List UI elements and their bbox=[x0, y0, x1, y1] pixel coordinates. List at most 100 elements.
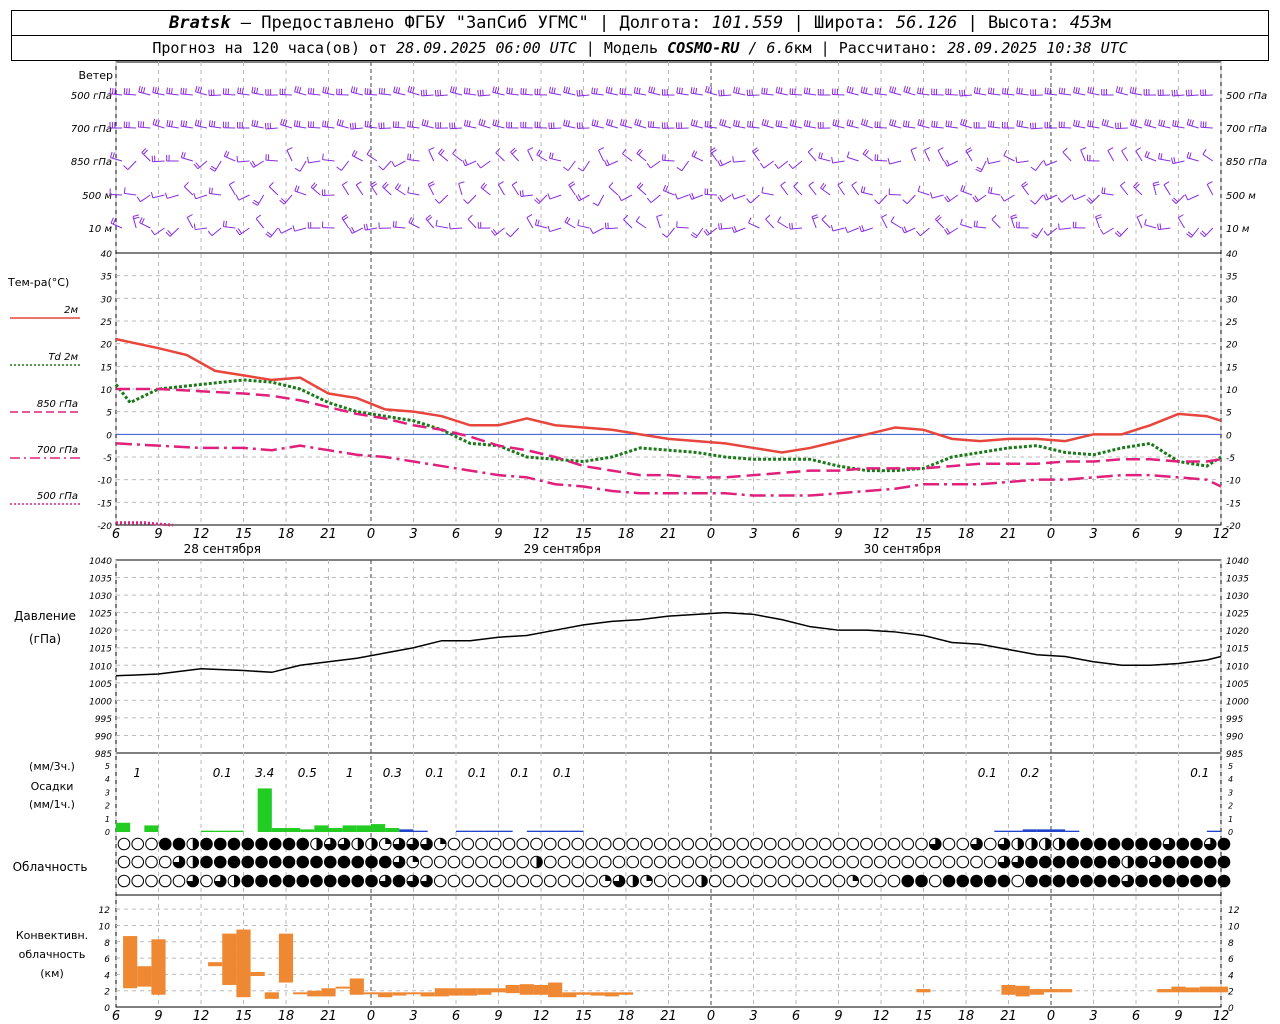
temp-tick-left: 25 bbox=[101, 318, 113, 328]
wind-barb-feather bbox=[324, 87, 327, 94]
wind-barb-feather bbox=[775, 120, 778, 127]
wind-barb-feather bbox=[806, 87, 808, 94]
wind-barb-staff bbox=[1119, 227, 1129, 238]
cloud-cover-fill bbox=[192, 856, 199, 868]
wind-barb-staff bbox=[1158, 158, 1171, 162]
wind-barb-staff bbox=[364, 93, 378, 96]
wind-barb-staff bbox=[464, 93, 477, 96]
wind-barb-feather bbox=[652, 87, 656, 94]
wind-barb-feather bbox=[226, 151, 230, 158]
hour-label-bottom: 18 bbox=[618, 1009, 635, 1024]
wind-barb-staff bbox=[937, 150, 945, 162]
wind-barb-feather bbox=[903, 226, 908, 233]
temp-legend-label: 2м bbox=[64, 305, 78, 316]
cloud-cover-circle bbox=[832, 855, 846, 869]
wind-barb-feather bbox=[1191, 120, 1194, 127]
wind-barb-staff bbox=[255, 218, 265, 229]
temp-tick-right: 20 bbox=[1226, 341, 1238, 351]
wind-barb-feather bbox=[152, 118, 156, 125]
wind-barb-staff bbox=[1016, 125, 1029, 129]
wind-barb-staff bbox=[124, 93, 137, 96]
wind-barb-feather bbox=[575, 195, 580, 202]
wind-barb-staff bbox=[775, 125, 788, 129]
wind-barb-feather bbox=[719, 159, 723, 166]
prec-3h-value: 0.1 bbox=[978, 766, 997, 780]
prec-tick-left: 0 bbox=[105, 828, 110, 837]
wind-barb-feather bbox=[239, 87, 242, 94]
wind-barb-feather bbox=[765, 214, 771, 220]
cloud-cover-fill bbox=[283, 875, 295, 887]
wind-barb-feather bbox=[110, 217, 114, 224]
wind-barb-staff bbox=[792, 160, 803, 170]
wind-level-label-right: 500 гПа bbox=[1226, 91, 1267, 102]
precip-bar bbox=[555, 830, 570, 832]
wind-barb-feather bbox=[846, 151, 850, 158]
cloud-cover-fill bbox=[1135, 838, 1148, 850]
hour-label-mid: 12 bbox=[873, 527, 890, 542]
cloud-cover-fill bbox=[351, 856, 364, 868]
hour-label-bottom: 21 bbox=[1000, 1009, 1017, 1024]
wind-barb-staff bbox=[351, 91, 363, 96]
wind-barb-feather bbox=[522, 190, 524, 197]
conv-cloud-bar bbox=[477, 988, 492, 995]
conv-cloud-bar bbox=[378, 992, 393, 998]
wind-barb-staff bbox=[1136, 216, 1143, 229]
wind-barb-staff bbox=[152, 194, 165, 199]
cloud-cover-fill bbox=[1025, 875, 1038, 887]
wind-barb-feather bbox=[656, 214, 663, 218]
conv-cloud-bar bbox=[264, 992, 279, 999]
prec-3h-value: 1 bbox=[346, 766, 354, 780]
prec-tick-left: 4 bbox=[105, 775, 110, 784]
pres-tick-right: 1035 bbox=[1226, 575, 1249, 585]
wind-barb-feather bbox=[986, 157, 990, 164]
wind-barb-feather bbox=[322, 153, 324, 160]
wind-barb-staff bbox=[449, 227, 463, 230]
wind-barb-feather bbox=[917, 119, 920, 126]
cloud-cover-circle bbox=[571, 874, 585, 888]
wind-barb-staff bbox=[778, 160, 789, 169]
wind-barb-staff bbox=[567, 160, 576, 171]
wind-barb-feather bbox=[646, 197, 652, 203]
wind-barb-feather bbox=[109, 87, 112, 94]
wind-barb-staff bbox=[265, 159, 278, 162]
wind-barb-staff bbox=[1003, 194, 1015, 202]
wind-barb-staff bbox=[467, 218, 477, 229]
wind-barb-feather bbox=[593, 87, 596, 94]
cloud-cover-circle bbox=[626, 837, 640, 851]
wind-barb-staff bbox=[1073, 92, 1086, 96]
wind-barb-feather bbox=[207, 230, 213, 236]
temp-tick-left: -20 bbox=[97, 522, 112, 532]
cloud-cover-circle bbox=[530, 837, 543, 851]
wind-barb-feather bbox=[1073, 86, 1076, 93]
wind-barb-feather bbox=[661, 233, 668, 238]
wind-barb-feather bbox=[891, 86, 894, 93]
wind-barb-staff bbox=[623, 219, 633, 229]
precip-bar bbox=[1008, 830, 1023, 832]
pres-tick-left: 1020 bbox=[89, 627, 112, 637]
wind-barb-staff bbox=[650, 160, 661, 169]
wind-barb-staff bbox=[650, 194, 661, 204]
cloud-cover-circle bbox=[928, 855, 942, 869]
conv-tick-right: 2 bbox=[1228, 988, 1234, 998]
wind-barb-feather bbox=[564, 216, 569, 223]
prec-3h-value: 0.2 bbox=[1020, 766, 1039, 780]
wind-barb-feather bbox=[351, 226, 355, 233]
wind-barb-staff bbox=[197, 160, 208, 170]
hour-label-mid: 6 bbox=[112, 527, 120, 542]
wind-barb-feather bbox=[973, 86, 976, 94]
wind-barb-staff bbox=[846, 91, 859, 96]
wind-barb-staff bbox=[622, 153, 633, 162]
prec-3h-value: 0.1 bbox=[510, 766, 529, 780]
wind-barb-staff bbox=[379, 93, 392, 96]
wind-barb-staff bbox=[1121, 150, 1129, 162]
wind-barb-feather bbox=[1087, 120, 1090, 127]
wind-barb-staff bbox=[1061, 194, 1072, 203]
wind-barb-feather bbox=[907, 87, 911, 94]
wind-barb-feather bbox=[662, 184, 667, 191]
wind-barb-staff bbox=[511, 184, 520, 196]
wind-barb-staff bbox=[988, 160, 1001, 165]
pres-tick-right: 1010 bbox=[1226, 662, 1249, 672]
wind-barb-staff bbox=[1144, 224, 1157, 229]
wind-barb-feather bbox=[466, 120, 469, 127]
precip-bar bbox=[413, 830, 428, 832]
